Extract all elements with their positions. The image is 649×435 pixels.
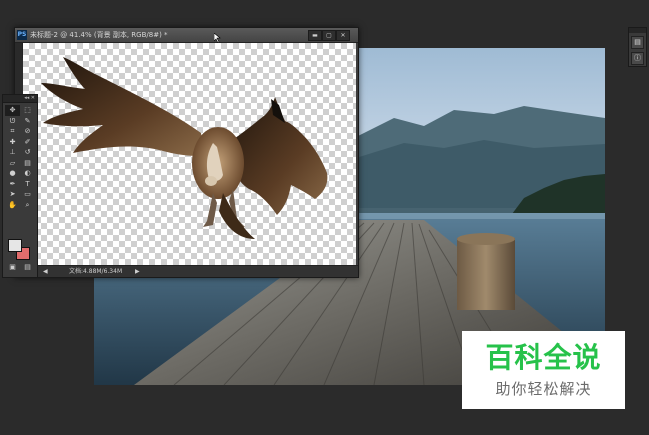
document-size-info: 文档:4.88M/6.34M [69,268,123,275]
status-menu-arrow-icon[interactable]: ◀ [43,266,48,277]
maximize-button[interactable]: ▢ [322,30,336,41]
tools-panel-header[interactable]: ◂◂ ✕ [3,95,37,103]
type-tool-icon[interactable]: T [20,179,35,190]
color-swatches[interactable] [8,239,32,260]
layers-panel-icon[interactable]: ▤ [631,36,644,49]
quick-mask-icon[interactable]: ▣ [9,263,16,271]
mouse-cursor-icon [214,33,221,43]
document-titlebar[interactable]: PS 未标题-2 @ 41.4% (背景 副本, RGB/8#) * ▬ ▢ ✕ [15,28,358,43]
close-button[interactable]: ✕ [336,30,350,41]
watermark-subtitle: 助你轻松解决 [495,380,592,398]
screen-mode-icon[interactable]: ▤ [24,263,31,271]
blur-tool-icon[interactable]: ● [5,168,20,179]
document-window[interactable]: PS 未标题-2 @ 41.4% (背景 副本, RGB/8#) * ▬ ▢ ✕… [14,27,359,278]
tools-bottom-row: ▣ ▤ [5,263,35,271]
lasso-tool-icon[interactable]: ᘎ [5,116,20,127]
right-panel-dock[interactable]: ▤ ⓘ [628,27,647,67]
gradient-tool-icon[interactable]: ▤ [20,158,35,169]
spot-heal-tool-icon[interactable]: ✚ [5,137,20,148]
marquee-tool-icon[interactable]: ⬚ [20,105,35,116]
photoshop-logo-icon: PS [17,30,27,40]
clone-stamp-tool-icon[interactable]: ⊥ [5,147,20,158]
zoom-tool-icon[interactable]: ⌕ [20,200,35,211]
pen-tool-icon[interactable]: ✒ [5,179,20,190]
eraser-tool-icon[interactable]: ▱ [5,158,20,169]
dodge-tool-icon[interactable]: ◐ [20,168,35,179]
history-brush-tool-icon[interactable]: ↺ [20,147,35,158]
document-statusbar: ◀ 文档:4.88M/6.34M ▶ [15,265,358,277]
document-canvas[interactable] [23,43,356,265]
document-title: 未标题-2 @ 41.4% (背景 副本, RGB/8#) * [30,31,168,39]
crop-tool-icon[interactable]: ⌗ [5,126,20,137]
tools-grid: ✥ ⬚ ᘎ ✎ ⌗ ⊘ ✚ ✐ ⊥ ↺ ▱ ▤ ● ◐ ✒ T ➤ ▭ ✋ ⌕ [5,105,35,210]
path-select-tool-icon[interactable]: ➤ [5,189,20,200]
status-expand-arrow-icon[interactable]: ▶ [135,266,140,277]
foreground-color-swatch[interactable] [8,239,22,252]
quick-select-tool-icon[interactable]: ✎ [20,116,35,127]
hand-tool-icon[interactable]: ✋ [5,200,20,211]
minimize-button[interactable]: ▬ [308,30,322,41]
eyedropper-tool-icon[interactable]: ⊘ [20,126,35,137]
watermark-badge: 百科全说 助你轻松解决 [462,331,625,409]
watermark-title: 百科全说 [485,341,602,374]
tools-panel[interactable]: ◂◂ ✕ ✥ ⬚ ᘎ ✎ ⌗ ⊘ ✚ ✐ ⊥ ↺ ▱ ▤ ● ◐ ✒ T ➤ ▭ ✋ ⌕ ▣ ▤ [2,94,38,278]
dock-header[interactable] [629,28,646,33]
vulture-image [41,57,328,239]
move-tool-icon[interactable]: ✥ [5,105,20,116]
shape-tool-icon[interactable]: ▭ [20,189,35,200]
brush-tool-icon[interactable]: ✐ [20,137,35,148]
info-panel-icon[interactable]: ⓘ [631,52,644,65]
